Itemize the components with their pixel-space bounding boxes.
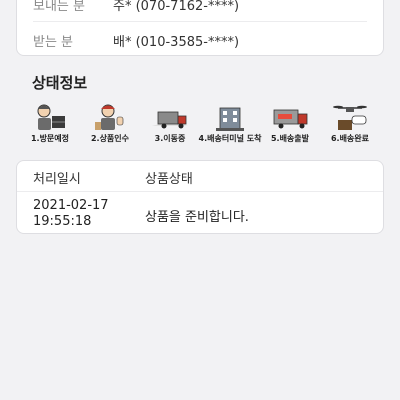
sender-label: 보내는 분 — [33, 0, 85, 14]
terminal-building-icon — [216, 107, 244, 131]
step-departure: 5.배송출발 — [262, 102, 318, 152]
history-table: 처리일시 상품상태 2021-02-17 19:55:18 상품을 준비합니다. — [16, 160, 384, 234]
step-caption: 4.배송터미널 도착 — [198, 134, 262, 143]
table-header: 처리일시 상품상태 — [17, 161, 383, 192]
moving-truck-icon — [152, 111, 188, 129]
header-status: 상품상태 — [145, 172, 193, 187]
status-section-title: 상태정보 — [32, 74, 88, 92]
status-steps: 1.방문예정 2.상품인수 3.이동중 4.배송터미널 도착 5.배송출발 6.… — [22, 102, 378, 152]
sender-row: 보내는 분 주* (070-7162-****) — [33, 0, 367, 22]
receiver-label: 받는 분 — [33, 34, 74, 50]
row-time: 19:55:18 — [33, 214, 92, 229]
step-caption: 5.배송출발 — [270, 134, 310, 143]
step-caption: 6.배송완료 — [330, 134, 370, 143]
drone-good-icon — [333, 105, 367, 130]
receiver-row: 받는 분 배* (010-3585-****) — [33, 23, 367, 57]
step-delivered: 6.배송완료 — [322, 102, 378, 152]
row-status: 상품을 준비합니다. — [145, 210, 249, 225]
parties-card: 보내는 분 주* (070-7162-****) 받는 분 배* (010-35… — [16, 0, 384, 56]
row-datetime: 2021-02-17 19:55:18 — [33, 198, 123, 230]
receiver-value: 배* (010-3585-****) — [113, 34, 240, 50]
step-caption: 2.상품인수 — [90, 134, 130, 143]
sender-value: 주* (070-7162-****) — [113, 0, 240, 14]
departing-truck-icon — [273, 109, 308, 129]
step-caption: 1.방문예정 — [30, 134, 70, 143]
header-time: 처리일시 — [33, 172, 81, 187]
step-pickup: 2.상품인수 — [82, 102, 138, 152]
delivery-worker-thumbs-up-icon — [95, 104, 124, 130]
step-terminal-arrival: 4.배송터미널 도착 — [199, 102, 261, 152]
step-visit-scheduled: 1.방문예정 — [22, 102, 78, 152]
table-row: 2021-02-17 19:55:18 상품을 준비합니다. — [17, 192, 383, 234]
delivery-worker-box-icon — [37, 104, 65, 130]
step-in-transit: 3.이동중 — [142, 102, 198, 152]
row-date: 2021-02-17 — [33, 198, 109, 213]
step-caption: 3.이동중 — [154, 134, 186, 143]
